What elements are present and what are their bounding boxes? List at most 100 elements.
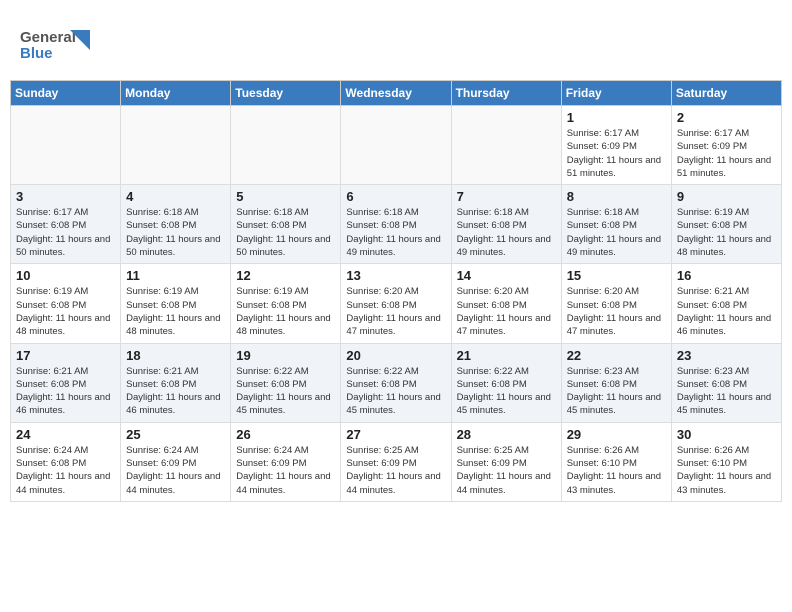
day-number: 5 — [236, 189, 335, 204]
day-number: 28 — [457, 427, 556, 442]
svg-text:Blue: Blue — [20, 45, 53, 62]
logo: General Blue — [20, 20, 90, 70]
day-number: 8 — [567, 189, 666, 204]
calendar-cell: 28 Sunrise: 6:25 AM Sunset: 6:09 PM Dayli… — [451, 422, 561, 501]
day-info: Sunrise: 6:21 AM Sunset: 6:08 PM Dayligh… — [16, 365, 115, 418]
day-info: Sunrise: 6:19 AM Sunset: 6:08 PM Dayligh… — [677, 206, 776, 259]
calendar-cell — [231, 106, 341, 185]
day-info: Sunrise: 6:18 AM Sunset: 6:08 PM Dayligh… — [346, 206, 445, 259]
calendar-table: SundayMondayTuesdayWednesdayThursdayFrid… — [10, 80, 782, 502]
day-number: 29 — [567, 427, 666, 442]
calendar-cell: 15 Sunrise: 6:20 AM Sunset: 6:08 PM Dayli… — [561, 264, 671, 343]
day-number: 6 — [346, 189, 445, 204]
day-number: 23 — [677, 348, 776, 363]
day-info: Sunrise: 6:19 AM Sunset: 6:08 PM Dayligh… — [236, 285, 335, 338]
page-header: General Blue — [10, 10, 782, 75]
day-info: Sunrise: 6:24 AM Sunset: 6:09 PM Dayligh… — [236, 444, 335, 497]
calendar-cell: 17 Sunrise: 6:21 AM Sunset: 6:08 PM Dayli… — [11, 343, 121, 422]
calendar-cell: 26 Sunrise: 6:24 AM Sunset: 6:09 PM Dayli… — [231, 422, 341, 501]
calendar-cell: 30Sunrise: 6:26 AM Sunset: 6:10 PM Dayli… — [671, 422, 781, 501]
day-info: Sunrise: 6:22 AM Sunset: 6:08 PM Dayligh… — [346, 365, 445, 418]
day-number: 11 — [126, 268, 225, 283]
calendar-cell — [451, 106, 561, 185]
calendar-cell — [121, 106, 231, 185]
day-number: 1 — [567, 110, 666, 125]
calendar-week-row: 3Sunrise: 6:17 AM Sunset: 6:08 PM Daylig… — [11, 185, 782, 264]
day-number: 25 — [126, 427, 225, 442]
day-info: Sunrise: 6:18 AM Sunset: 6:08 PM Dayligh… — [126, 206, 225, 259]
calendar-cell: 25 Sunrise: 6:24 AM Sunset: 6:09 PM Dayli… — [121, 422, 231, 501]
calendar-week-row: 17 Sunrise: 6:21 AM Sunset: 6:08 PM Dayli… — [11, 343, 782, 422]
day-of-week-header: Monday — [121, 81, 231, 106]
calendar-cell: 23 Sunrise: 6:23 AM Sunset: 6:08 PM Dayli… — [671, 343, 781, 422]
calendar-cell: 1 Sunrise: 6:17 AM Sunset: 6:09 PM Daylig… — [561, 106, 671, 185]
calendar-cell — [341, 106, 451, 185]
day-number: 22 — [567, 348, 666, 363]
svg-text:General: General — [20, 29, 76, 46]
calendar-cell: 24 Sunrise: 6:24 AM Sunset: 6:08 PM Dayli… — [11, 422, 121, 501]
day-number: 30 — [677, 427, 776, 442]
day-info: Sunrise: 6:20 AM Sunset: 6:08 PM Dayligh… — [567, 285, 666, 338]
day-info: Sunrise: 6:18 AM Sunset: 6:08 PM Dayligh… — [567, 206, 666, 259]
calendar-cell: 19 Sunrise: 6:22 AM Sunset: 6:08 PM Dayli… — [231, 343, 341, 422]
day-info: Sunrise: 6:25 AM Sunset: 6:09 PM Dayligh… — [457, 444, 556, 497]
day-info: Sunrise: 6:24 AM Sunset: 6:08 PM Dayligh… — [16, 444, 115, 497]
day-info: Sunrise: 6:26 AM Sunset: 6:10 PM Dayligh… — [567, 444, 666, 497]
calendar-cell: 18 Sunrise: 6:21 AM Sunset: 6:08 PM Dayli… — [121, 343, 231, 422]
day-number: 3 — [16, 189, 115, 204]
day-of-week-header: Thursday — [451, 81, 561, 106]
day-number: 24 — [16, 427, 115, 442]
day-number: 27 — [346, 427, 445, 442]
day-of-week-header: Sunday — [11, 81, 121, 106]
calendar-cell: 2 Sunrise: 6:17 AM Sunset: 6:09 PM Daylig… — [671, 106, 781, 185]
calendar-cell: 4Sunrise: 6:18 AM Sunset: 6:08 PM Daylig… — [121, 185, 231, 264]
day-info: Sunrise: 6:22 AM Sunset: 6:08 PM Dayligh… — [457, 365, 556, 418]
day-number: 17 — [16, 348, 115, 363]
day-info: Sunrise: 6:22 AM Sunset: 6:08 PM Dayligh… — [236, 365, 335, 418]
day-of-week-header: Saturday — [671, 81, 781, 106]
day-number: 21 — [457, 348, 556, 363]
calendar-week-row: 24 Sunrise: 6:24 AM Sunset: 6:08 PM Dayli… — [11, 422, 782, 501]
day-info: Sunrise: 6:23 AM Sunset: 6:08 PM Dayligh… — [677, 365, 776, 418]
day-of-week-header: Wednesday — [341, 81, 451, 106]
day-number: 2 — [677, 110, 776, 125]
calendar-cell: 14Sunrise: 6:20 AM Sunset: 6:08 PM Dayli… — [451, 264, 561, 343]
day-number: 26 — [236, 427, 335, 442]
calendar-cell — [11, 106, 121, 185]
calendar-cell: 22 Sunrise: 6:23 AM Sunset: 6:08 PM Dayli… — [561, 343, 671, 422]
day-number: 9 — [677, 189, 776, 204]
day-number: 13 — [346, 268, 445, 283]
day-info: Sunrise: 6:19 AM Sunset: 6:08 PM Dayligh… — [126, 285, 225, 338]
calendar-week-row: 1 Sunrise: 6:17 AM Sunset: 6:09 PM Daylig… — [11, 106, 782, 185]
day-of-week-header: Tuesday — [231, 81, 341, 106]
calendar-cell: 8 Sunrise: 6:18 AM Sunset: 6:08 PM Daylig… — [561, 185, 671, 264]
calendar-cell: 11 Sunrise: 6:19 AM Sunset: 6:08 PM Dayli… — [121, 264, 231, 343]
day-number: 20 — [346, 348, 445, 363]
day-number: 12 — [236, 268, 335, 283]
calendar-cell: 12 Sunrise: 6:19 AM Sunset: 6:08 PM Dayli… — [231, 264, 341, 343]
day-number: 19 — [236, 348, 335, 363]
calendar-cell: 3Sunrise: 6:17 AM Sunset: 6:08 PM Daylig… — [11, 185, 121, 264]
calendar-cell: 6 Sunrise: 6:18 AM Sunset: 6:08 PM Daylig… — [341, 185, 451, 264]
calendar-cell: 16Sunrise: 6:21 AM Sunset: 6:08 PM Dayli… — [671, 264, 781, 343]
calendar-cell: 20 Sunrise: 6:22 AM Sunset: 6:08 PM Dayli… — [341, 343, 451, 422]
day-number: 7 — [457, 189, 556, 204]
calendar-header-row: SundayMondayTuesdayWednesdayThursdayFrid… — [11, 81, 782, 106]
day-info: Sunrise: 6:23 AM Sunset: 6:08 PM Dayligh… — [567, 365, 666, 418]
day-of-week-header: Friday — [561, 81, 671, 106]
logo-icon: General Blue — [20, 20, 90, 70]
day-number: 10 — [16, 268, 115, 283]
day-info: Sunrise: 6:21 AM Sunset: 6:08 PM Dayligh… — [126, 365, 225, 418]
calendar-cell: 5Sunrise: 6:18 AM Sunset: 6:08 PM Daylig… — [231, 185, 341, 264]
day-info: Sunrise: 6:24 AM Sunset: 6:09 PM Dayligh… — [126, 444, 225, 497]
day-info: Sunrise: 6:20 AM Sunset: 6:08 PM Dayligh… — [346, 285, 445, 338]
day-number: 15 — [567, 268, 666, 283]
calendar-cell: 27 Sunrise: 6:25 AM Sunset: 6:09 PM Dayli… — [341, 422, 451, 501]
day-info: Sunrise: 6:21 AM Sunset: 6:08 PM Dayligh… — [677, 285, 776, 338]
day-number: 18 — [126, 348, 225, 363]
day-info: Sunrise: 6:17 AM Sunset: 6:09 PM Dayligh… — [677, 127, 776, 180]
day-info: Sunrise: 6:17 AM Sunset: 6:09 PM Dayligh… — [567, 127, 666, 180]
day-info: Sunrise: 6:25 AM Sunset: 6:09 PM Dayligh… — [346, 444, 445, 497]
calendar-cell: 10Sunrise: 6:19 AM Sunset: 6:08 PM Dayli… — [11, 264, 121, 343]
calendar-cell: 9 Sunrise: 6:19 AM Sunset: 6:08 PM Daylig… — [671, 185, 781, 264]
